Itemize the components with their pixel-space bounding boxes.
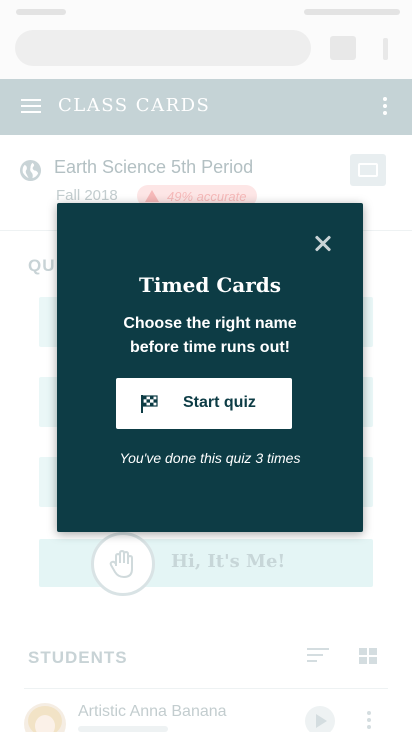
modal-title: Timed Cards	[139, 273, 281, 297]
start-quiz-button[interactable]: Start quiz	[116, 378, 292, 429]
checkered-flag-icon	[141, 395, 158, 413]
quiz-count-text: You've done this quiz 3 times	[119, 450, 301, 466]
start-quiz-label: Start quiz	[183, 394, 256, 411]
modal-description: Choose the right name before time runs o…	[123, 315, 297, 356]
close-icon[interactable]	[311, 232, 335, 256]
